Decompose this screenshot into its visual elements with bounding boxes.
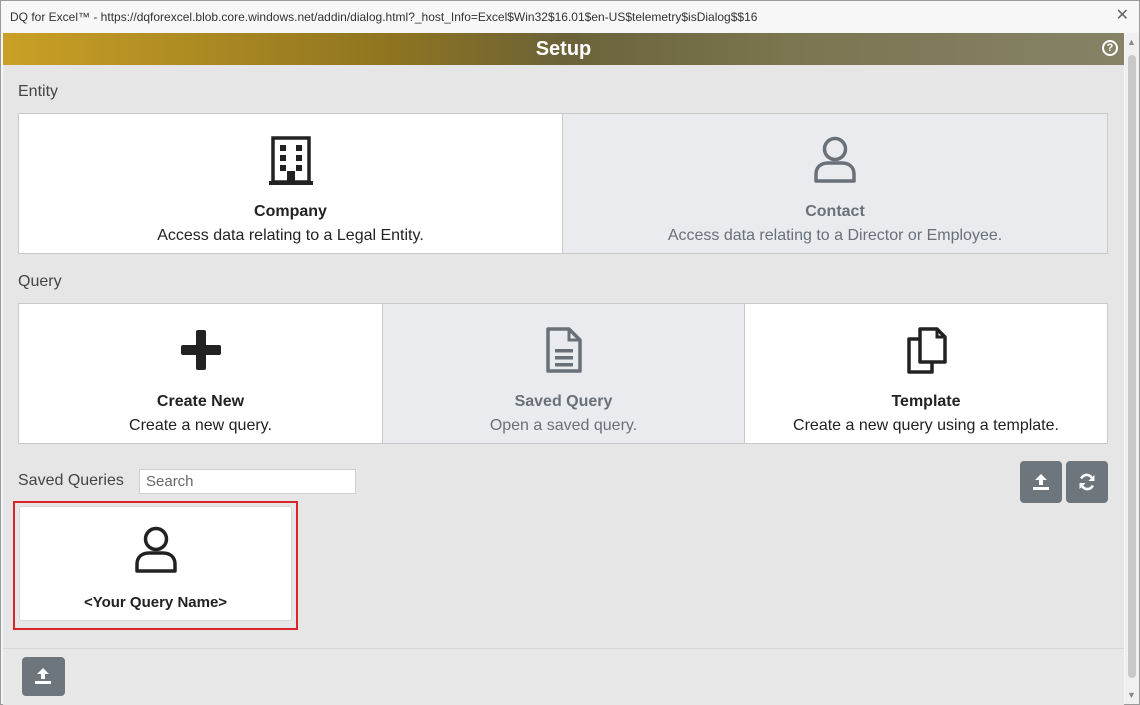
create-new-title: Create New [156, 393, 245, 410]
close-icon[interactable]: ✕ [1116, 7, 1129, 25]
refresh-icon [1079, 473, 1095, 491]
setup-header: Setup ? [3, 33, 1124, 65]
template-desc: Create a new query using a template. [793, 417, 1059, 434]
upload-icon [35, 668, 51, 684]
upload-button[interactable] [1020, 461, 1062, 503]
company-title: Company [254, 203, 327, 220]
document-icon [383, 326, 744, 374]
user-icon [563, 136, 1107, 184]
upload-icon [1033, 474, 1049, 490]
scroll-up-icon[interactable]: ▲ [1127, 37, 1136, 47]
saved-query-name: <Your Query Name> [83, 594, 228, 611]
create-new-card[interactable]: Create New Create a new query. [18, 303, 383, 444]
template-title: Template [891, 393, 961, 410]
entity-label: Entity [18, 83, 59, 100]
scroll-thumb[interactable] [1128, 55, 1136, 678]
building-icon [19, 136, 562, 186]
user-icon [20, 526, 291, 574]
search-input[interactable] [139, 469, 356, 494]
saved-query-desc: Open a saved query. [489, 417, 638, 434]
dialog-window: DQ for Excel™ - https://dqforexcel.blob.… [0, 0, 1140, 705]
footer-upload-button[interactable] [22, 657, 65, 696]
company-desc: Access data relating to a Legal Entity. [157, 227, 424, 244]
create-new-desc: Create a new query. [129, 417, 272, 434]
saved-query-title: Saved Query [514, 393, 613, 410]
copy-icon [745, 326, 1107, 374]
template-card[interactable]: Template Create a new query using a temp… [744, 303, 1108, 444]
query-label: Query [18, 273, 62, 290]
company-card[interactable]: Company Access data relating to a Legal … [18, 113, 563, 254]
saved-query-item[interactable]: <Your Query Name> [19, 506, 292, 621]
saved-query-card[interactable]: Saved Query Open a saved query. [382, 303, 745, 444]
plus-icon [19, 328, 382, 372]
saved-queries-label: Saved Queries [18, 472, 124, 489]
contact-desc: Access data relating to a Director or Em… [667, 227, 1003, 244]
contact-title: Contact [805, 203, 865, 220]
vertical-scrollbar[interactable]: ▲ ▼ [1125, 33, 1139, 704]
footer-bar [3, 648, 1124, 705]
contact-card[interactable]: Contact Access data relating to a Direct… [562, 113, 1108, 254]
titlebar: DQ for Excel™ - https://dqforexcel.blob.… [1, 1, 1139, 32]
refresh-button[interactable] [1066, 461, 1108, 503]
page-title: Setup [535, 38, 592, 60]
help-icon[interactable]: ? [1102, 40, 1118, 56]
scroll-down-icon[interactable]: ▼ [1127, 690, 1136, 700]
titlebar-text: DQ for Excel™ - https://dqforexcel.blob.… [10, 10, 758, 24]
